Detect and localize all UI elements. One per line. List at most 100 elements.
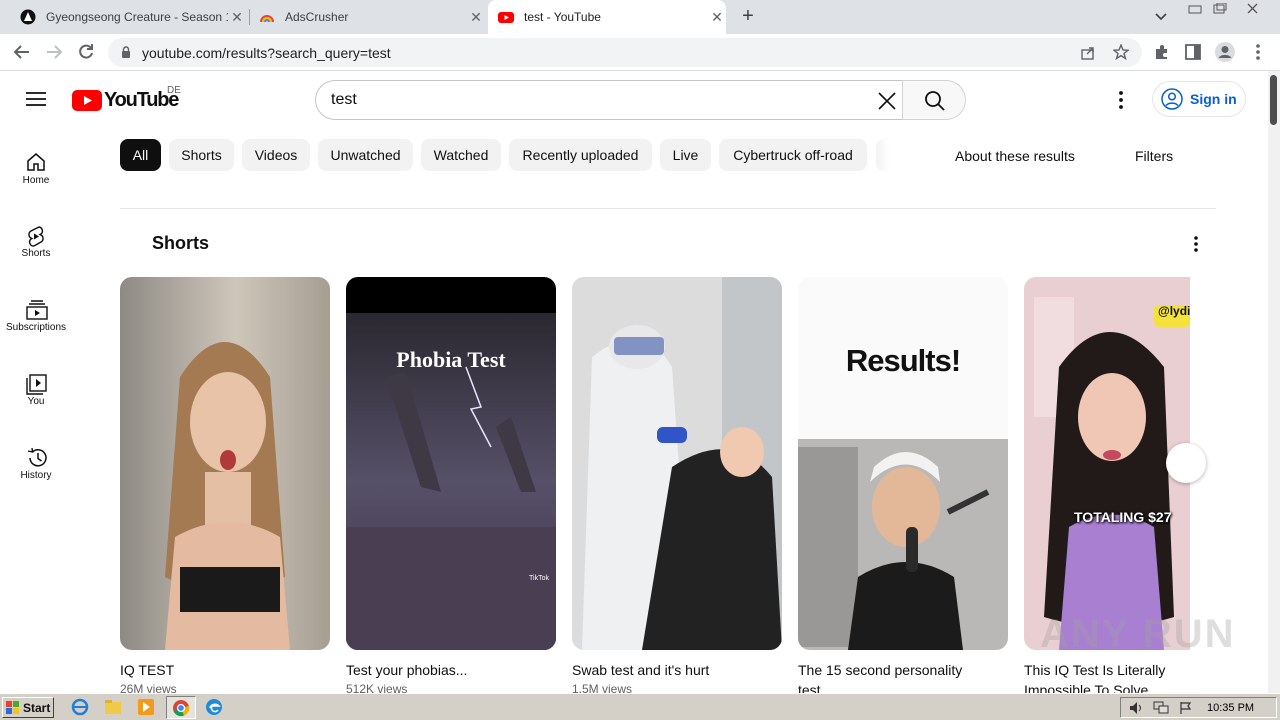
media-player-icon[interactable]	[137, 698, 155, 716]
windows-taskbar: Start 10:35 PM	[0, 693, 1280, 720]
window-controls-icon[interactable]	[1186, 3, 1276, 15]
start-label: Start	[23, 700, 51, 715]
shelf-more-icon[interactable]	[1192, 235, 1200, 253]
sign-in-button[interactable]: Sign in	[1152, 81, 1246, 117]
sidebar-item-you[interactable]: You	[0, 359, 72, 419]
volume-icon[interactable]	[1129, 701, 1143, 715]
extensions-puzzle-icon[interactable]	[1153, 43, 1171, 61]
close-tab-icon[interactable]: ✕	[467, 9, 485, 26]
chrome-icon	[173, 700, 190, 717]
settings-more-icon[interactable]	[1117, 90, 1125, 110]
sidebar-item-home[interactable]: Home	[0, 138, 72, 198]
browser-tab-2[interactable]: AdsCrusher ✕	[249, 0, 485, 34]
short-thumbnail-image	[798, 277, 1008, 650]
chip-recently-uploaded[interactable]: Recently uploaded	[509, 139, 652, 171]
short-overlay-text: Results!	[845, 343, 961, 378]
back-arrow-icon[interactable]	[12, 43, 32, 61]
chip-unwatched[interactable]: Unwatched	[318, 139, 413, 171]
short-thumbnail[interactable]	[572, 277, 782, 650]
region-code: DE	[167, 85, 181, 96]
url-text: youtube.com/results?search_query=test	[142, 45, 391, 61]
clear-search-icon[interactable]	[877, 91, 897, 111]
about-results-link[interactable]: About these results	[955, 148, 1075, 164]
rainbow-favicon-icon	[260, 15, 274, 23]
profile-avatar-icon[interactable]	[1214, 41, 1236, 63]
sidebar-item-label: Home	[22, 175, 50, 186]
search-box[interactable]: test	[315, 80, 903, 120]
short-title[interactable]: IQ TEST	[120, 660, 320, 680]
short-title[interactable]: Test your phobias...	[346, 660, 546, 680]
start-button[interactable]: Start	[2, 697, 54, 718]
section-divider	[120, 208, 1216, 209]
search-button[interactable]	[902, 80, 966, 120]
short-thumbnail-image	[572, 277, 782, 650]
chip-all[interactable]: All	[120, 139, 161, 171]
sidebar-item-label: Subscriptions	[5, 322, 67, 333]
short-overlay-text: Phobia Test	[396, 347, 506, 372]
scrollbar-thumb[interactable]	[1270, 75, 1277, 125]
search-input[interactable]: test	[331, 91, 357, 109]
youtube-header: YouTube DE test Sign in	[0, 71, 1268, 128]
account-circle-icon	[1161, 88, 1183, 110]
youtube-play-logo-icon	[72, 89, 102, 111]
sidebar-item-shorts[interactable]: Shorts	[0, 211, 72, 271]
chip-videos[interactable]: Videos	[242, 139, 310, 171]
taskbar-clock: 10:35 PM	[1207, 702, 1255, 714]
internet-explorer-icon[interactable]	[71, 698, 89, 716]
chip-overflow-fade	[876, 139, 890, 171]
lock-icon[interactable]	[121, 46, 131, 59]
side-panel-icon[interactable]	[1185, 44, 1201, 60]
tab-title: AdsCrusher	[285, 10, 349, 24]
chip-live[interactable]: Live	[660, 139, 711, 171]
chip-shorts[interactable]: Shorts	[169, 139, 234, 171]
network-icon[interactable]	[1153, 701, 1169, 715]
short-thumbnail-image	[346, 277, 556, 650]
close-tab-icon[interactable]: ✕	[708, 9, 726, 26]
tab-title: Gyeongseong Creature - Season 1, E	[46, 10, 228, 24]
browser-menu-icon[interactable]	[1254, 43, 1262, 61]
address-bar[interactable]: youtube.com/results?search_query=test	[108, 38, 1142, 67]
chip-cybertruck-off-road[interactable]: Cybertruck off-road	[719, 139, 867, 171]
sidebar-item-history[interactable]: History	[0, 433, 72, 493]
file-explorer-icon[interactable]	[104, 698, 122, 716]
short-title[interactable]: Swab test and it's hurt	[572, 660, 772, 680]
subscriptions-icon	[26, 300, 48, 320]
youtube-favicon-icon	[498, 12, 514, 23]
home-icon	[27, 153, 45, 171]
youtube-logo[interactable]: YouTube	[72, 88, 179, 112]
short-overlay-text: TOTALING $27	[1074, 509, 1172, 525]
filters-button[interactable]: Filters	[1135, 148, 1173, 164]
browser-tab-strip: Gyeongseong Creature - Season 1, E ✕ Ads…	[0, 0, 1280, 34]
sidebar-item-label: Shorts	[21, 248, 51, 259]
creature-favicon-icon	[20, 9, 36, 25]
your-channel-icon	[26, 374, 47, 395]
short-thumbnail[interactable]	[120, 277, 330, 650]
forward-arrow-icon[interactable]	[44, 43, 64, 61]
windows-logo-icon	[6, 701, 19, 714]
action-center-flag-icon[interactable]	[1179, 701, 1193, 715]
chip-watched[interactable]: Watched	[421, 139, 501, 171]
tab-search-chevron-icon[interactable]	[1154, 11, 1168, 23]
short-thumbnail[interactable]: Results!	[798, 277, 1008, 650]
reload-icon[interactable]	[77, 43, 95, 61]
page-scrollbar[interactable]	[1268, 71, 1280, 693]
browser-toolbar: youtube.com/results?search_query=test	[0, 34, 1280, 71]
browser-tab-3[interactable]: test - YouTube ✕	[488, 0, 726, 34]
chrome-taskbar-button[interactable]	[166, 696, 196, 719]
hamburger-menu-icon[interactable]	[26, 91, 46, 107]
sidebar-item-subscriptions[interactable]: Subscriptions	[0, 285, 72, 345]
short-overlay-handle: @lydi	[1158, 304, 1190, 318]
share-icon[interactable]	[1080, 45, 1096, 61]
short-thumbnail[interactable]: Phobia Test TikTok	[346, 277, 556, 650]
bookmark-star-icon[interactable]	[1113, 44, 1129, 60]
shelf-next-button[interactable]	[1166, 443, 1206, 483]
browser-tab-1[interactable]: Gyeongseong Creature - Season 1, E ✕	[10, 0, 246, 34]
new-tab-button[interactable]: +	[738, 5, 758, 29]
history-icon	[27, 447, 47, 467]
sign-in-label: Sign in	[1190, 91, 1237, 107]
close-tab-icon[interactable]: ✕	[228, 9, 246, 26]
edge-icon[interactable]	[205, 698, 223, 716]
short-thumbnail-image	[120, 277, 330, 650]
system-tray: 10:35 PM	[1120, 697, 1277, 718]
anyrun-watermark: ANY RUN	[1040, 612, 1236, 656]
